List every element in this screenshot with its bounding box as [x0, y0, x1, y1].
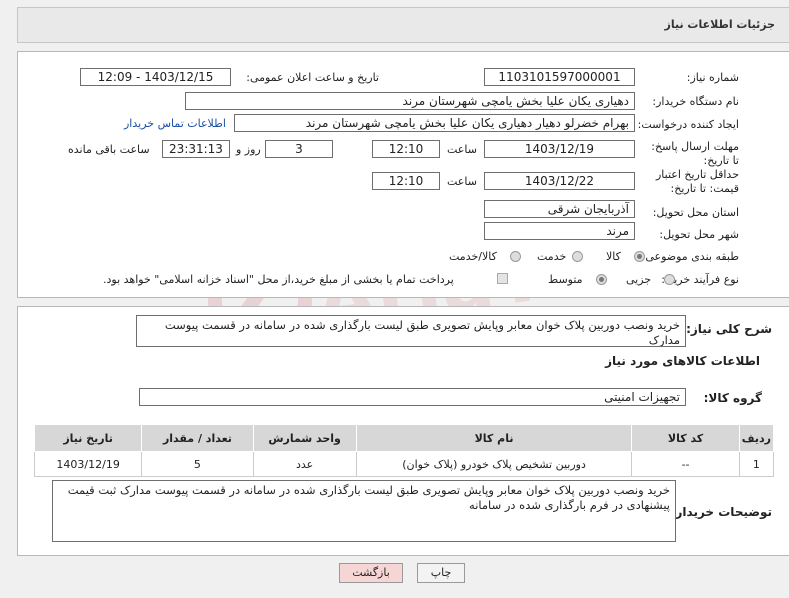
- payment-note: پرداخت تمام یا بخشی از مبلغ خرید،از محل …: [103, 273, 454, 286]
- cell-name: دوربین تشخیص پلاک خودرو (پلاک خوان): [355, 451, 633, 477]
- category-option-goods-service: کالا/خدمت: [449, 250, 497, 263]
- col-row: ردیف: [738, 424, 775, 452]
- goods-group-field: تجهیزات امنیتی: [139, 388, 686, 406]
- buyer-notes-label: توضیحات خریدار:: [670, 505, 772, 519]
- buyer-org-field: دهیاری یکان علیا بخش یامچی شهرستان مرند: [185, 92, 635, 110]
- page-header: جزئیات اطلاعات نیاز: [17, 7, 789, 43]
- goods-section-title: اطلاعات کالاهای مورد نیاز: [605, 354, 760, 368]
- print-button[interactable]: چاپ: [417, 563, 465, 583]
- validity-date-field: 1403/12/22: [484, 172, 635, 190]
- validity-time-field: 12:10: [372, 172, 440, 190]
- process-option-minor: جزیی: [626, 273, 652, 286]
- need-number-field: 1103101597000001: [484, 68, 635, 86]
- goods-table-header: ردیف کد کالا نام کالا واحد شمارش تعداد /…: [33, 424, 775, 452]
- need-number-label: شماره نیاز:: [686, 71, 739, 84]
- col-name: نام کالا: [355, 424, 633, 452]
- validity-time-label: ساعت: [447, 175, 477, 188]
- deadline-date-field: 1403/12/19: [484, 140, 635, 158]
- cell-date: 1403/12/19: [33, 451, 143, 477]
- col-code: کد کالا: [631, 424, 740, 452]
- table-row: 1 -- دوربین تشخیص پلاک خودرو (پلاک خوان)…: [33, 451, 775, 477]
- back-button[interactable]: بازگشت: [339, 563, 403, 583]
- buyer-contact-link[interactable]: اطلاعات تماس خریدار: [124, 117, 226, 130]
- buyer-org-label: نام دستگاه خریدار:: [652, 95, 739, 108]
- deadline-time-field: 12:10: [372, 140, 440, 158]
- goods-group-label: گروه کالا:: [703, 391, 762, 405]
- col-date: تاریخ نیاز: [33, 424, 143, 452]
- remaining-time-field: 23:31:13: [162, 140, 230, 158]
- col-quantity: تعداد / مقدار: [141, 424, 254, 452]
- col-unit: واحد شمارش: [252, 424, 357, 452]
- payment-checkbox[interactable]: [497, 273, 508, 284]
- process-option-medium: متوسط: [548, 273, 583, 286]
- city-label: شهر محل تحویل:: [659, 228, 739, 241]
- description-label: شرح کلی نیاز:: [686, 322, 772, 336]
- category-label: طبقه بندی موضوعی:: [641, 250, 739, 263]
- requester-field: بهرام خضرلو دهیار دهیاری یکان علیا بخش ی…: [234, 114, 635, 132]
- province-label: استان محل تحویل:: [652, 206, 739, 219]
- goods-table: ردیف کد کالا نام کالا واحد شمارش تعداد /…: [33, 424, 775, 477]
- cell-row: 1: [738, 451, 775, 477]
- announce-label: تاریخ و ساعت اعلان عمومی:: [246, 71, 379, 84]
- cell-unit: عدد: [252, 451, 357, 477]
- remaining-label: ساعت باقی مانده: [68, 143, 150, 156]
- days-field: 3: [265, 140, 333, 158]
- description-text: خرید ونصب دوربین پلاک خوان معابر وپایش ت…: [136, 315, 686, 347]
- city-field: مرند: [484, 222, 635, 240]
- validity-label: حداقل تاریخ اعتبار قیمت: تا تاریخ:: [655, 168, 739, 195]
- days-label: روز و: [236, 143, 261, 156]
- province-field: آذربایجان شرقی: [484, 200, 635, 218]
- category-option-service: خدمت: [537, 250, 567, 263]
- requester-label: ایجاد کننده درخواست:: [637, 118, 739, 131]
- cell-code: --: [631, 451, 740, 477]
- deadline-label: مهلت ارسال پاسخ: تا تاریخ:: [651, 140, 739, 167]
- deadline-time-label: ساعت: [447, 143, 477, 156]
- category-radio-goods-service[interactable]: [510, 251, 521, 262]
- category-option-goods: کالا: [606, 250, 621, 263]
- cell-quantity: 5: [141, 451, 254, 477]
- process-radio-medium[interactable]: [596, 274, 607, 285]
- process-radio-minor[interactable]: [664, 274, 675, 285]
- page-title: جزئیات اطلاعات نیاز: [664, 18, 776, 31]
- buyer-notes-text: خرید ونصب دوربین پلاک خوان معابر وپایش ت…: [52, 480, 676, 542]
- announce-field: 1403/12/15 - 12:09: [80, 68, 231, 86]
- category-radio-service[interactable]: [572, 251, 583, 262]
- category-radio-goods[interactable]: [634, 251, 645, 262]
